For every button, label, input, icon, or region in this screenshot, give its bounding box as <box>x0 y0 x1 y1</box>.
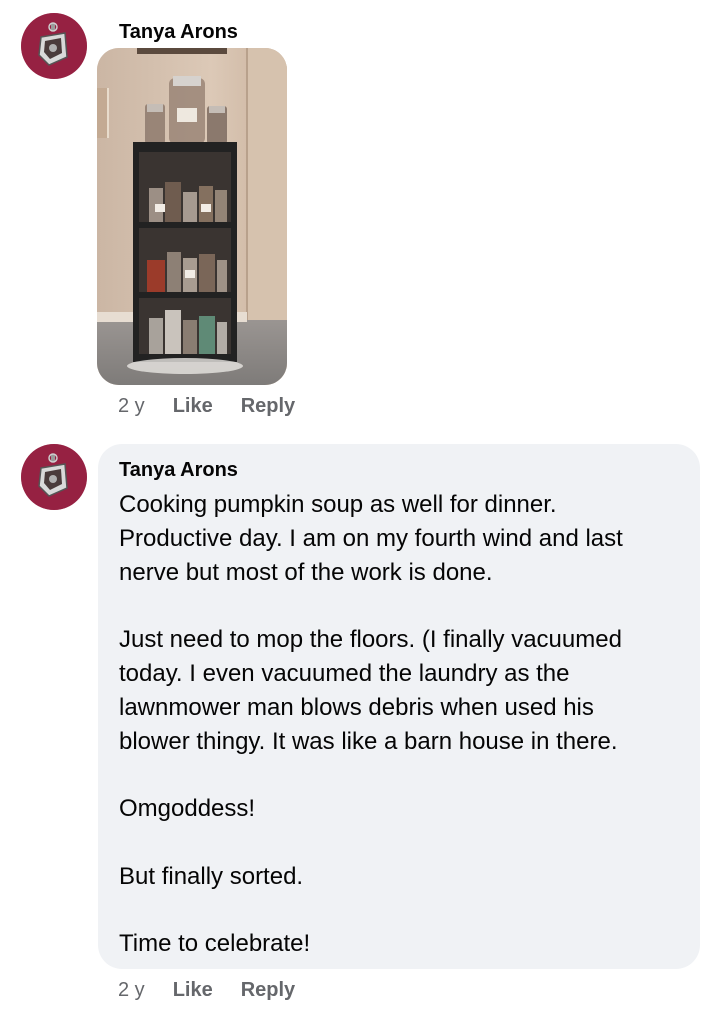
comment-text-line: Time to celebrate! <box>119 930 311 957</box>
reply-button[interactable]: Reply <box>241 979 295 1002</box>
comment-author[interactable]: Tanya Arons <box>119 20 238 44</box>
comment-text-line: Productive day. I am on my fourth wind a… <box>119 525 623 552</box>
comment-author[interactable]: Tanya Arons <box>119 458 238 482</box>
comment-text-line: lawnmower man blows debris when used his <box>119 694 594 721</box>
comment-bubble: Tanya Arons Cooking pumpkin soup as well… <box>98 444 700 969</box>
comment-text-line: nerve but most of the work is done. <box>119 559 493 586</box>
like-button[interactable]: Like <box>173 979 213 1002</box>
comment-text-line: Just need to mop the floors. (I finally … <box>119 626 622 653</box>
comment-text-line: Omgoddess! <box>119 795 256 822</box>
comment-actions: 2 y Like Reply <box>118 393 323 419</box>
comment-text-line: But finally sorted. <box>119 863 304 890</box>
comment-actions: 2 y Like Reply <box>118 977 323 1003</box>
avatar[interactable] <box>21 444 87 510</box>
mandala-avatar-icon <box>21 13 87 79</box>
comment-text-line: Cooking pumpkin soup as well for dinner. <box>119 491 557 518</box>
timestamp[interactable]: 2 y <box>118 979 145 1002</box>
mandala-avatar-icon <box>21 444 87 510</box>
like-button[interactable]: Like <box>173 395 213 418</box>
avatar[interactable] <box>21 13 87 79</box>
timestamp[interactable]: 2 y <box>118 395 145 418</box>
comment-text-line: today. I even vacuumed the laundry as th… <box>119 660 570 687</box>
photo-shelf-jars <box>97 48 287 385</box>
reply-button[interactable]: Reply <box>241 395 295 418</box>
comment-text-line: blower thingy. It was like a barn house … <box>119 728 618 755</box>
attached-photo[interactable] <box>97 48 287 385</box>
